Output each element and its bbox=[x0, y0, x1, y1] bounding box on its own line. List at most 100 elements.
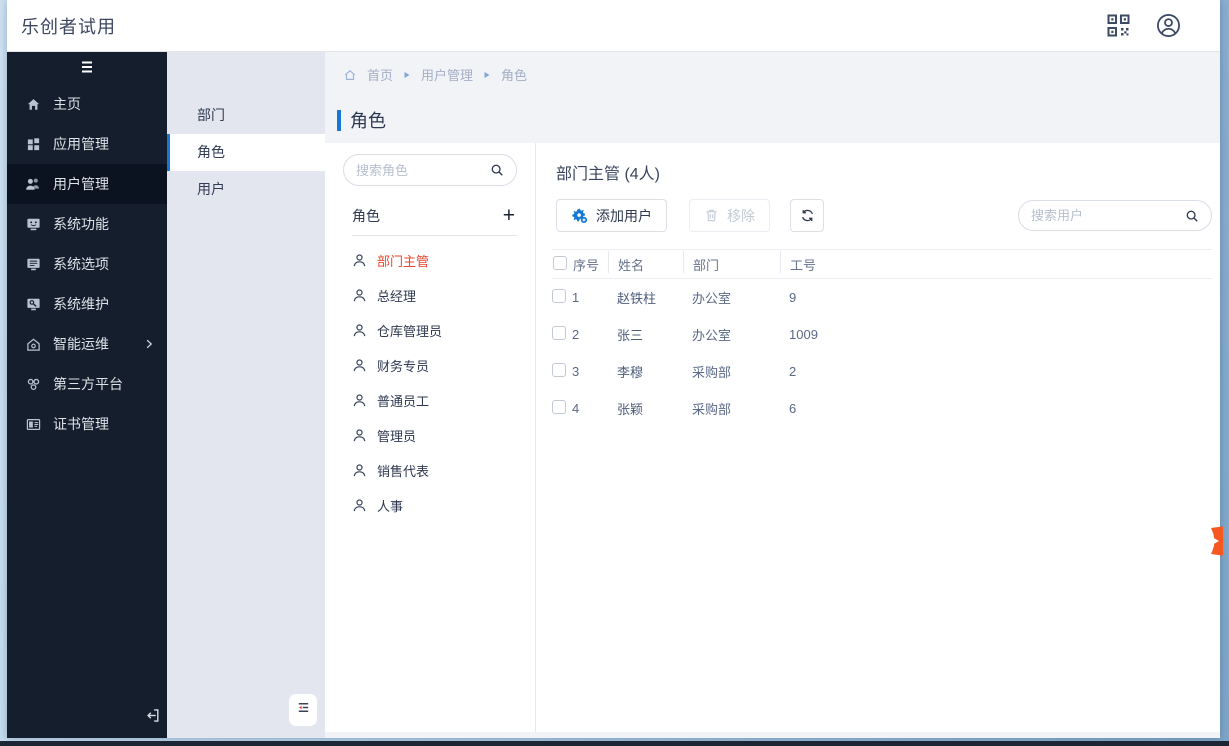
user-circle-icon[interactable] bbox=[1155, 12, 1182, 39]
role-name: 普通员工 bbox=[377, 394, 430, 409]
subsidebar-collapse-button[interactable] bbox=[289, 694, 317, 726]
home-icon bbox=[343, 68, 357, 82]
breadcrumb-item[interactable]: 首页 bbox=[367, 65, 393, 84]
cell-id: 9 bbox=[789, 290, 797, 305]
cell-name: 赵铁柱 bbox=[617, 291, 657, 306]
cell-dept: 办公室 bbox=[692, 291, 732, 306]
sidebar-item-smart-ops[interactable]: 智能运维 bbox=[7, 324, 167, 364]
apps-icon bbox=[25, 136, 41, 152]
search-icon[interactable] bbox=[490, 163, 504, 177]
sidebar-item-sys-maint[interactable]: 系统维护 bbox=[7, 284, 167, 324]
row-checkbox[interactable] bbox=[552, 363, 566, 377]
role-name: 总经理 bbox=[377, 289, 417, 304]
link-icon bbox=[25, 376, 41, 392]
breadcrumb-item[interactable]: 用户管理 bbox=[421, 65, 473, 84]
row-checkbox[interactable] bbox=[552, 400, 566, 414]
role-item[interactable]: 财务专员 bbox=[352, 348, 523, 383]
trash-icon bbox=[704, 208, 719, 223]
subsidebar-nav: 部门 角色 用户 bbox=[167, 97, 325, 208]
sidebar-item-label: 系统维护 bbox=[53, 296, 109, 312]
sidebar-nav: 主页应用管理用户管理系统功能系统选项系统维护智能运维第三方平台证书管理 bbox=[7, 84, 167, 444]
edge-floating-badge[interactable] bbox=[1208, 524, 1223, 558]
sidebar-item-certificate[interactable]: 证书管理 bbox=[7, 404, 167, 444]
sidebar-item-users[interactable]: 用户管理 bbox=[7, 164, 167, 204]
person-icon bbox=[352, 463, 367, 478]
sidebar-item-label: 应用管理 bbox=[53, 136, 109, 152]
monitor-wrench-icon bbox=[25, 296, 41, 312]
role-list: 部门主管总经理仓库管理员财务专员普通员工管理员销售代表人事 bbox=[337, 243, 523, 523]
cell-no: 4 bbox=[572, 401, 580, 416]
row-checkbox[interactable] bbox=[552, 326, 566, 340]
add-user-label: 添加用户 bbox=[596, 207, 652, 224]
smart-ops-icon bbox=[25, 336, 41, 352]
refresh-icon bbox=[800, 208, 815, 223]
exit-icon[interactable] bbox=[144, 707, 161, 724]
sidebar-item-third-party[interactable]: 第三方平台 bbox=[7, 364, 167, 404]
qr-code-icon[interactable] bbox=[1106, 13, 1131, 38]
remove-label: 移除 bbox=[727, 207, 755, 224]
sidebar-item-label: 第三方平台 bbox=[53, 376, 123, 392]
sidebar-item-label: 系统选项 bbox=[53, 256, 109, 272]
role-name: 管理员 bbox=[377, 429, 417, 444]
subsidebar-item-department[interactable]: 部门 bbox=[167, 97, 325, 134]
content-panels: 角色 + 部门主管总经理仓库管理员财务专员普通员工管理员销售代表人事 部门主管 … bbox=[325, 143, 1220, 732]
cell-name: 李穆 bbox=[617, 365, 644, 380]
remove-button[interactable]: 移除 bbox=[689, 199, 770, 232]
role-item[interactable]: 管理员 bbox=[352, 418, 523, 453]
page-title-row: 角色 bbox=[325, 97, 1220, 143]
role-item[interactable]: 部门主管 bbox=[352, 243, 523, 278]
role-list-header: 角色 + bbox=[352, 205, 517, 236]
cell-no: 2 bbox=[572, 327, 580, 342]
table-body: 1 赵铁柱 办公室 9 2 张三 办公室 1009 3 李穆 采购部 2 4 张颖 采购部 6 bbox=[552, 279, 1212, 427]
role-item[interactable]: 总经理 bbox=[352, 278, 523, 313]
row-checkbox[interactable] bbox=[552, 289, 566, 303]
refresh-button[interactable] bbox=[790, 199, 824, 232]
subsidebar-item-role[interactable]: 角色 bbox=[167, 134, 325, 171]
role-item[interactable]: 普通员工 bbox=[352, 383, 523, 418]
person-icon bbox=[352, 358, 367, 373]
user-panel: 部门主管 (4人) 添加用户 移除 搜索用户 序号 姓名 部门 工号 1 赵铁柱… bbox=[536, 143, 1220, 732]
cell-name: 张三 bbox=[617, 328, 644, 343]
cell-name: 张颖 bbox=[617, 402, 644, 417]
gear-plus-icon bbox=[571, 207, 588, 224]
role-item[interactable]: 人事 bbox=[352, 488, 523, 523]
cell-dept: 采购部 bbox=[692, 365, 732, 380]
sidebar-item-apps[interactable]: 应用管理 bbox=[7, 124, 167, 164]
table-row: 1 赵铁柱 办公室 9 bbox=[552, 279, 1212, 316]
role-name: 财务专员 bbox=[377, 359, 430, 374]
user-table: 序号 姓名 部门 工号 1 赵铁柱 办公室 9 2 张三 办公室 1009 3 李穆 采购部 2 4 张颖 采购部… bbox=[552, 249, 1212, 427]
search-icon[interactable] bbox=[1185, 209, 1199, 223]
breadcrumb-item[interactable]: 角色 bbox=[501, 65, 527, 84]
add-user-button[interactable]: 添加用户 bbox=[556, 199, 667, 232]
role-item[interactable]: 仓库管理员 bbox=[352, 313, 523, 348]
select-all-checkbox[interactable] bbox=[553, 255, 567, 270]
user-search-input[interactable] bbox=[1031, 208, 1179, 223]
user-panel-title: 部门主管 (4人) bbox=[556, 166, 661, 183]
cell-dept: 办公室 bbox=[692, 328, 732, 343]
sidebar-bottom bbox=[7, 707, 167, 738]
menu-icon bbox=[79, 60, 95, 79]
sidebar-item-label: 用户管理 bbox=[53, 176, 109, 192]
sidebar-item-home[interactable]: 主页 bbox=[7, 84, 167, 124]
person-icon bbox=[352, 323, 367, 338]
app-header: 乐创者试用 bbox=[7, 0, 1220, 52]
sidebar-item-sys-func[interactable]: 系统功能 bbox=[7, 204, 167, 244]
role-name: 销售代表 bbox=[377, 464, 430, 479]
subsidebar-item-user[interactable]: 用户 bbox=[167, 171, 325, 208]
role-name: 仓库管理员 bbox=[377, 324, 443, 339]
table-row: 3 李穆 采购部 2 bbox=[552, 353, 1212, 390]
triangle-right-icon bbox=[483, 71, 491, 79]
column-header: 工号 bbox=[790, 257, 817, 273]
add-role-button[interactable]: + bbox=[503, 205, 517, 226]
sidebar-item-sys-option[interactable]: 系统选项 bbox=[7, 244, 167, 284]
certificate-icon bbox=[25, 416, 41, 432]
sidebar-item-label: 智能运维 bbox=[53, 336, 109, 352]
users-icon bbox=[25, 176, 41, 192]
sidebar-item-label: 系统功能 bbox=[53, 216, 109, 232]
role-item[interactable]: 销售代表 bbox=[352, 453, 523, 488]
column-header: 部门 bbox=[692, 250, 789, 274]
sidebar-toggle[interactable] bbox=[7, 54, 167, 84]
cell-id: 6 bbox=[789, 401, 797, 416]
app-body: 主页 应用管理 用户管理 系统功能 系统选项 系统维护 智能运维 第三方平台 证书管理 部门 角色… bbox=[7, 52, 1220, 738]
role-search-input[interactable] bbox=[356, 162, 484, 178]
